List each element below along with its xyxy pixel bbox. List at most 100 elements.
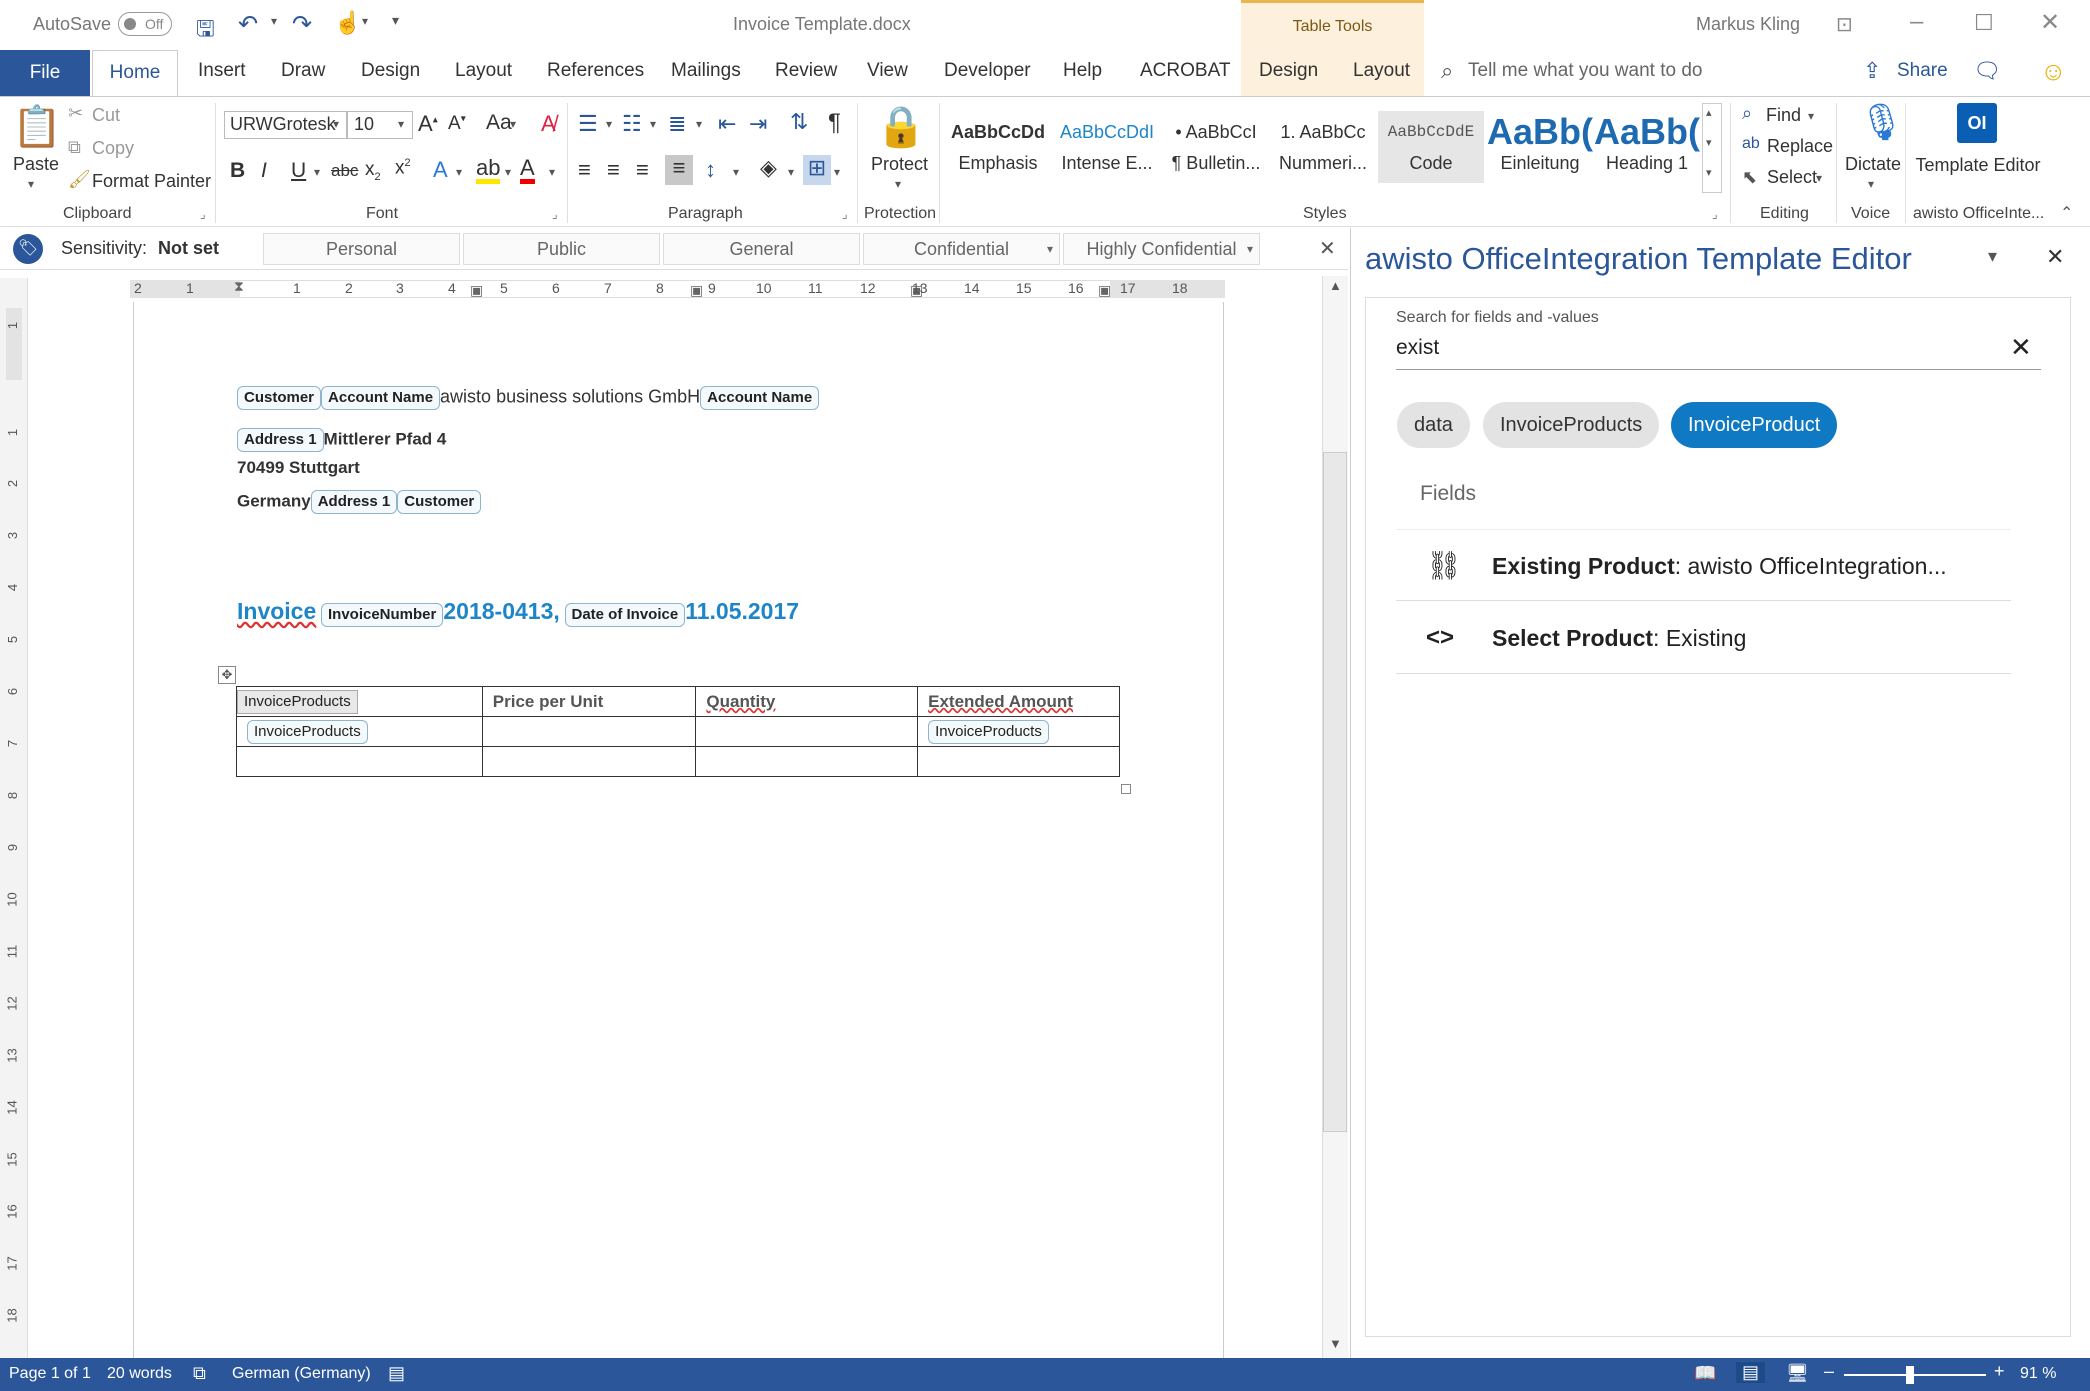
cut-button[interactable]: Cut bbox=[92, 105, 120, 126]
doc-line-city[interactable]: 70499 Stuttgart bbox=[237, 458, 360, 478]
table-header-cell[interactable]: InvoiceProducts bbox=[236, 686, 483, 717]
page-count[interactable]: Page 1 of 1 bbox=[9, 1365, 91, 1383]
table-cell[interactable] bbox=[481, 716, 697, 747]
align-left-icon[interactable]: ≡ bbox=[578, 157, 591, 183]
format-painter-icon[interactable]: 🖌 bbox=[68, 169, 91, 190]
content-control-invoice-number[interactable]: InvoiceNumber bbox=[321, 602, 444, 627]
doc-line-address[interactable]: Address 1 Mittlerer Pfad 4 bbox=[237, 428, 446, 452]
language[interactable]: German (Germany) bbox=[232, 1365, 371, 1383]
align-right-icon[interactable]: ≡ bbox=[636, 157, 649, 183]
line-spacing-dropdown-icon[interactable]: ▾ bbox=[733, 165, 739, 179]
undo-dropdown-icon[interactable]: ▾ bbox=[271, 14, 277, 28]
content-control-invoice-products-end[interactable]: InvoiceProducts bbox=[928, 719, 1049, 744]
sensitivity-general[interactable]: General bbox=[663, 233, 860, 265]
autosave-toggle[interactable]: Off bbox=[118, 12, 172, 36]
copy-button[interactable]: Copy bbox=[92, 138, 134, 159]
indent-marker-icon[interactable]: ⧗ bbox=[234, 278, 244, 295]
template-editor-button[interactable]: Template Editor bbox=[1912, 154, 2044, 177]
breadcrumb-chip-data[interactable]: data bbox=[1397, 402, 1470, 448]
zoom-level[interactable]: 91 % bbox=[2020, 1365, 2056, 1383]
font-color-dropdown-icon[interactable]: ▾ bbox=[549, 165, 555, 179]
tab-draw[interactable]: Draw bbox=[281, 60, 325, 82]
justify-icon[interactable]: ≡ bbox=[665, 155, 693, 185]
shrink-font-icon[interactable]: A▾ bbox=[448, 113, 466, 135]
tab-references[interactable]: References bbox=[547, 60, 644, 82]
multilevel-dropdown-icon[interactable]: ▾ bbox=[696, 117, 702, 131]
touch-mode-icon[interactable]: ☝ bbox=[334, 10, 361, 36]
invoice-products-table[interactable]: InvoiceProducts Price per Unit Quantity … bbox=[236, 686, 1120, 777]
change-case-dropdown-icon[interactable]: ▾ bbox=[510, 117, 516, 131]
content-control-date-of-invoice[interactable]: Date of Invoice bbox=[564, 602, 686, 627]
superscript-icon[interactable]: x2 bbox=[395, 157, 411, 179]
zoom-slider-track[interactable] bbox=[1844, 1374, 1986, 1376]
paste-button[interactable]: Paste bbox=[13, 154, 59, 175]
highlight-dropdown-icon[interactable]: ▾ bbox=[505, 165, 511, 179]
tab-mailings[interactable]: Mailings bbox=[671, 60, 741, 82]
content-control-invoice-products[interactable]: InvoiceProducts bbox=[247, 719, 368, 744]
tab-file[interactable]: File bbox=[0, 50, 90, 96]
borders-dropdown-icon[interactable]: ▾ bbox=[834, 165, 840, 179]
table-cell[interactable] bbox=[695, 746, 919, 777]
search-input[interactable]: exist ✕ bbox=[1396, 332, 2041, 370]
close-pane-icon[interactable]: ✕ bbox=[2046, 244, 2064, 270]
table-cell[interactable] bbox=[695, 716, 919, 747]
select-button[interactable]: Select bbox=[1767, 167, 1817, 188]
table-cell[interactable]: InvoiceProducts bbox=[917, 716, 1120, 747]
zoom-slider-thumb[interactable] bbox=[1906, 1366, 1914, 1384]
ribbon-display-icon[interactable]: ⊡ bbox=[1836, 12, 1853, 37]
font-name-box[interactable]: URWGrotesk bbox=[224, 111, 347, 139]
paste-icon[interactable]: 📋 bbox=[12, 103, 62, 150]
table-resize-handle[interactable] bbox=[1121, 784, 1131, 794]
italic-icon[interactable]: I bbox=[261, 159, 267, 183]
clear-formatting-icon[interactable]: A̸ bbox=[541, 111, 556, 137]
select-cursor-icon[interactable]: ⬉ bbox=[1742, 167, 1757, 188]
web-layout-icon[interactable]: 🖥 bbox=[1786, 1363, 1809, 1384]
text-effects-dropdown-icon[interactable]: ▾ bbox=[456, 165, 462, 179]
style-bulleting[interactable]: • AaBbCcI ¶ Bulletin... bbox=[1163, 111, 1269, 183]
table-move-handle-icon[interactable]: ✥ bbox=[218, 666, 236, 684]
strikethrough-icon[interactable]: abc bbox=[331, 161, 358, 181]
sensitivity-public[interactable]: Public bbox=[463, 233, 660, 265]
style-code[interactable]: AaBbCcDdE Code bbox=[1378, 111, 1484, 183]
tab-insert[interactable]: Insert bbox=[198, 60, 246, 82]
template-editor-icon[interactable]: OI bbox=[1957, 103, 1997, 143]
styles-down-icon[interactable]: ▾ bbox=[1706, 136, 1712, 149]
align-center-icon[interactable]: ≡ bbox=[607, 157, 620, 183]
close-sensitivity-icon[interactable]: ✕ bbox=[1319, 236, 1336, 261]
content-control-customer-end[interactable]: Customer bbox=[397, 490, 482, 514]
content-control-repeat-start[interactable]: InvoiceProducts bbox=[237, 689, 358, 714]
highlight-icon[interactable]: ab bbox=[476, 157, 501, 184]
font-color-icon[interactable]: A bbox=[520, 157, 535, 184]
protect-button[interactable]: Protect bbox=[871, 154, 928, 175]
share-button[interactable]: Share bbox=[1897, 60, 1948, 82]
doc-line-country[interactable]: Germany Address 1 Customer bbox=[237, 490, 482, 514]
column-marker-icon[interactable]: ▣ bbox=[1098, 282, 1111, 299]
table-cell[interactable] bbox=[481, 746, 697, 777]
decrease-indent-icon[interactable]: ⇤ bbox=[718, 111, 736, 137]
increase-indent-icon[interactable]: ⇥ bbox=[749, 111, 767, 137]
pane-options-chevron-icon[interactable]: ▾ bbox=[1988, 246, 1997, 267]
paste-dropdown-icon[interactable]: ▾ bbox=[28, 177, 34, 191]
show-formatting-icon[interactable]: ¶ bbox=[828, 109, 841, 137]
sensitivity-confidential[interactable]: Confidential ▾ bbox=[863, 233, 1060, 265]
tab-review[interactable]: Review bbox=[775, 60, 837, 82]
select-dropdown-icon[interactable]: ▾ bbox=[1816, 171, 1822, 185]
smiley-feedback-icon[interactable]: ☺ bbox=[2040, 56, 2067, 87]
field-row-select-product[interactable]: <> Select Product: Existing bbox=[1396, 602, 2011, 674]
print-layout-icon[interactable]: ▤ bbox=[1736, 1362, 1766, 1383]
bullets-icon[interactable]: ☰ bbox=[578, 111, 598, 137]
read-mode-icon[interactable]: 📖 bbox=[1694, 1363, 1716, 1384]
numbering-dropdown-icon[interactable]: ▾ bbox=[650, 117, 656, 131]
table-header-cell[interactable]: Extended Amount bbox=[917, 686, 1120, 717]
content-control-customer[interactable]: Customer bbox=[237, 386, 322, 410]
collapse-ribbon-icon[interactable]: ⌃ bbox=[2060, 203, 2073, 223]
underline-icon[interactable]: U bbox=[291, 159, 306, 183]
undo-icon[interactable]: ↶ bbox=[238, 10, 258, 39]
content-control-address-end[interactable]: Address 1 bbox=[310, 490, 398, 514]
document-canvas[interactable] bbox=[28, 302, 1324, 1358]
paragraph-launcher-icon[interactable]: ⌟ bbox=[842, 207, 848, 221]
field-row-existing-product[interactable]: ⛓ Existing Product: awisto OfficeIntegra… bbox=[1396, 529, 2011, 601]
bold-icon[interactable]: B bbox=[230, 159, 245, 183]
content-control-account-name[interactable]: Account Name bbox=[321, 386, 441, 410]
dictate-button[interactable]: Dictate bbox=[1845, 154, 1901, 175]
